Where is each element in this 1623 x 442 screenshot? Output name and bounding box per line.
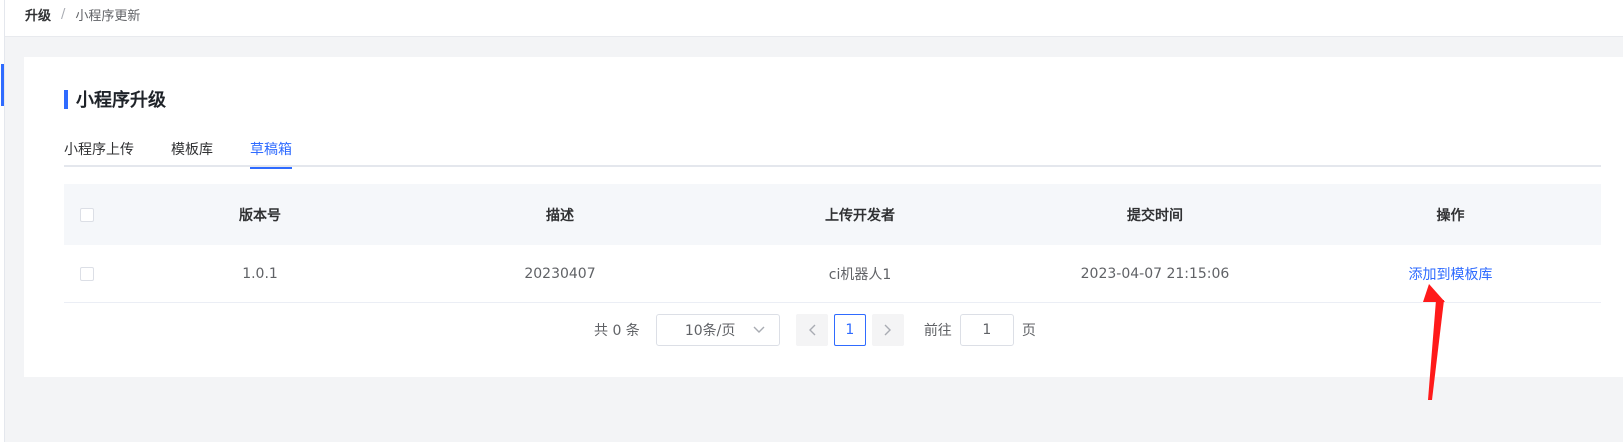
- total-count: 共 0 条: [594, 323, 640, 339]
- chevron-right-icon: [884, 321, 892, 340]
- row-checkbox-cell: [64, 266, 110, 281]
- jump-suffix: 页: [1021, 323, 1036, 339]
- top-bar: 升级 / 小程序更新: [5, 0, 1623, 37]
- breadcrumb-root[interactable]: 升级: [25, 5, 51, 24]
- pagination: 共 0 条 10条/页 1 前往 页: [594, 314, 1036, 346]
- tab-upload[interactable]: 小程序上传: [64, 133, 134, 167]
- page-title: 小程序升级: [76, 90, 166, 111]
- left-rail: [0, 0, 5, 442]
- tab-template-library[interactable]: 模板库: [171, 133, 213, 167]
- select-all-checkbox[interactable]: [80, 207, 94, 222]
- content-card: 小程序升级 小程序上传 模板库 草稿箱 版本号 描述 上传开发者 提交时间 操作…: [24, 57, 1623, 377]
- tab-drafts[interactable]: 草稿箱: [250, 133, 292, 169]
- page-number-button[interactable]: 1: [833, 314, 866, 346]
- jump-page-input[interactable]: [959, 314, 1014, 346]
- add-to-template-library-link[interactable]: 添加到模板库: [1409, 267, 1493, 283]
- tab-bar: 小程序上传 模板库 草稿箱: [64, 133, 1601, 169]
- next-page-button[interactable]: [871, 314, 904, 346]
- table-header: 版本号 描述 上传开发者 提交时间 操作: [64, 184, 1601, 245]
- row-checkbox[interactable]: [80, 266, 94, 281]
- prev-page-button[interactable]: [795, 314, 828, 346]
- page-size-select[interactable]: 10条/页: [655, 314, 780, 346]
- row-actions: 添加到模板库: [1300, 264, 1601, 284]
- header-developer: 上传开发者: [825, 207, 895, 224]
- breadcrumb-separator: /: [61, 6, 66, 22]
- row-developer: ci机器人1: [828, 266, 892, 283]
- drafts-table: 版本号 描述 上传开发者 提交时间 操作 1.0.1 20230407 ci机器…: [64, 184, 1601, 303]
- row-submit-time: 2023-04-07 21:15:06: [1080, 265, 1230, 282]
- section-title: 小程序升级: [64, 87, 166, 111]
- nav-active-indicator: [1, 64, 4, 106]
- page-size-value: 10条/页: [684, 323, 736, 339]
- breadcrumb-current: 小程序更新: [75, 8, 141, 24]
- jump-label: 前往: [923, 323, 952, 339]
- breadcrumb: 升级 / 小程序更新: [25, 4, 140, 24]
- table-row: 1.0.1 20230407 ci机器人1 2023-04-07 21:15:0…: [64, 245, 1601, 303]
- header-submit-time: 提交时间: [1127, 207, 1183, 224]
- chevron-left-icon: [808, 321, 816, 340]
- row-description: 20230407: [524, 265, 596, 282]
- header-actions: 操作: [1436, 207, 1465, 224]
- header-description: 描述: [546, 207, 574, 224]
- header-checkbox-cell: [64, 207, 110, 222]
- title-accent-bar: [64, 89, 68, 109]
- chevron-down-icon: [753, 323, 765, 337]
- header-version: 版本号: [239, 207, 281, 224]
- row-version: 1.0.1: [242, 265, 278, 282]
